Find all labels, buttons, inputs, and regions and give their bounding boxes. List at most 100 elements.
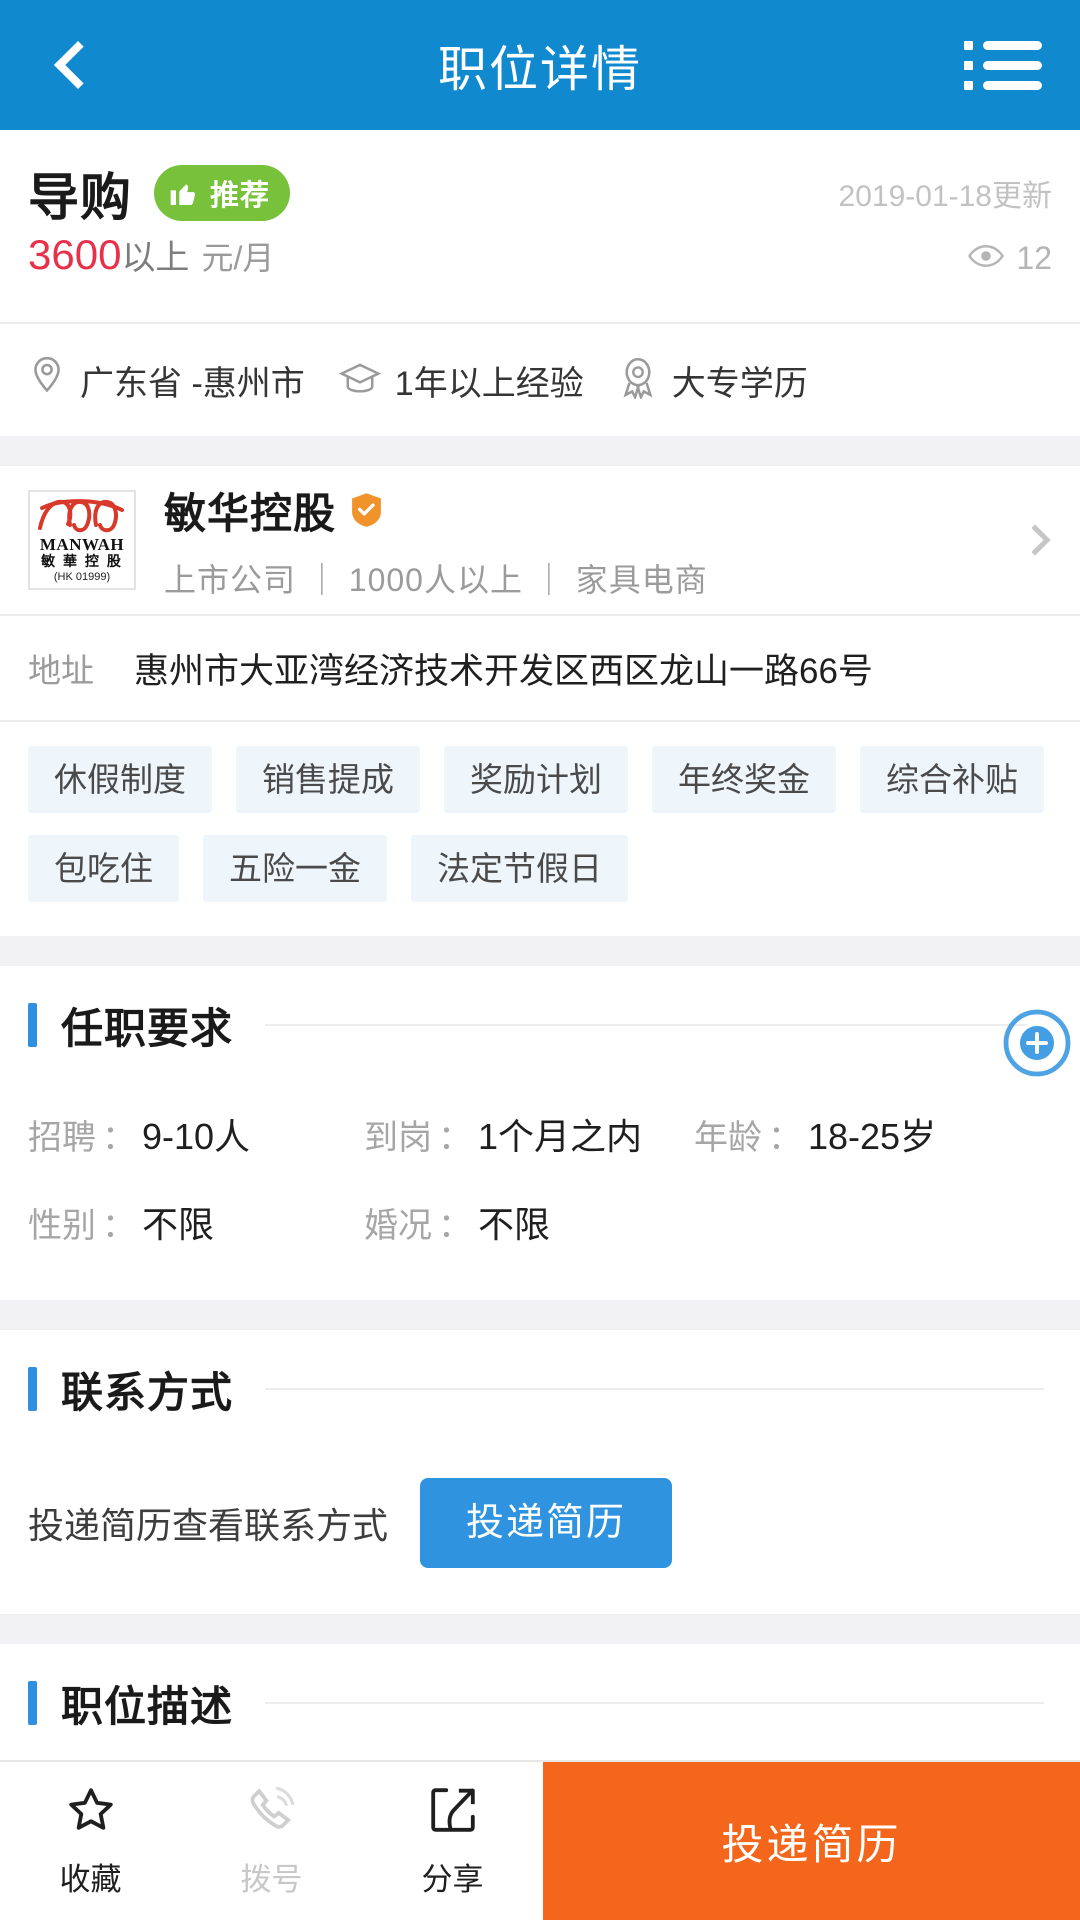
favorite-label: 收藏 bbox=[59, 1862, 122, 1897]
requirement-sep: ： bbox=[102, 1119, 136, 1157]
job-meta-label: 广东省 -惠州市 bbox=[80, 364, 305, 403]
requirement-key: 性别 bbox=[28, 1207, 96, 1245]
section-spacer bbox=[0, 1614, 1080, 1644]
company-link-row[interactable]: MANWAH 敏 華 控 股 (HK 01999) 敏华控股 上市公司 ｜ 10… bbox=[0, 466, 1080, 614]
requirement-value: 1个月之内 bbox=[478, 1116, 643, 1157]
address-label: 地址 bbox=[28, 652, 94, 689]
requirement-sep: ： bbox=[102, 1207, 136, 1245]
manwah-logo-mark bbox=[38, 499, 124, 533]
requirements-row: 性别 ： 不限 婚况 ： 不限 bbox=[28, 1178, 1052, 1266]
favorite-button[interactable]: 收藏 bbox=[0, 1762, 181, 1920]
section-rule bbox=[265, 1388, 1044, 1390]
company-logo-brand-cn: 敏 華 控 股 bbox=[41, 553, 123, 569]
salary-unit: 元/月 bbox=[201, 240, 275, 276]
apply-resume-cta[interactable]: 投递简历 bbox=[543, 1762, 1080, 1920]
section-title: 任职要求 bbox=[61, 1004, 234, 1052]
requirement-value: 18-25岁 bbox=[808, 1116, 937, 1157]
requirement-sep: ： bbox=[438, 1207, 472, 1245]
requirement-key: 招聘 bbox=[28, 1119, 96, 1157]
section-rule bbox=[265, 1024, 1044, 1026]
requirement-value: 不限 bbox=[142, 1204, 215, 1245]
app-header: 职位详情 bbox=[0, 0, 1080, 130]
company-logo: MANWAH 敏 華 控 股 (HK 01999) bbox=[28, 490, 136, 590]
graduation-cap-icon bbox=[338, 361, 382, 400]
benefit-tag: 奖励计划 bbox=[444, 746, 628, 813]
description-section: 职位描述 bbox=[0, 1644, 1080, 1762]
menu-dot bbox=[964, 40, 973, 50]
benefit-tag: 综合补贴 bbox=[860, 746, 1044, 813]
section-spacer bbox=[0, 1300, 1080, 1330]
menu-dot bbox=[964, 80, 973, 90]
requirement-gender: 性别 ： 不限 bbox=[28, 1196, 364, 1248]
requirement-key: 到岗 bbox=[364, 1119, 432, 1157]
job-title-row: 导购 推荐 2019-01-18更新 bbox=[28, 156, 1052, 230]
job-summary-card: 导购 推荐 2019-01-18更新 3600 以上 元/月 12 广东省 -惠… bbox=[0, 130, 1080, 436]
chevron-left-icon bbox=[53, 40, 102, 90]
company-logo-brand-en: MANWAH bbox=[39, 535, 125, 554]
section-accent-bar bbox=[28, 1003, 37, 1047]
recommend-badge: 推荐 bbox=[154, 165, 291, 221]
requirement-sep: ： bbox=[768, 1119, 802, 1157]
job-detail-screen: 职位详情 导购 推荐 2019-01-18更新 3600 以上 元/月 12 广… bbox=[0, 0, 1080, 1920]
benefit-tag: 休假制度 bbox=[28, 746, 212, 813]
section-title: 职位描述 bbox=[61, 1682, 234, 1730]
address-value: 惠州市大亚湾经济技术开发区西区龙山一路66号 bbox=[134, 651, 873, 691]
section-title: 联系方式 bbox=[61, 1368, 234, 1416]
requirement-marital-status: 婚况 ： 不限 bbox=[364, 1196, 694, 1248]
list-menu-icon[interactable] bbox=[948, 0, 1058, 130]
location-pin-icon bbox=[28, 356, 66, 405]
menu-dot bbox=[964, 60, 973, 70]
job-meta-label: 大专学历 bbox=[671, 364, 808, 403]
updated-date: 2019-01-18更新 bbox=[838, 180, 1052, 213]
bottom-action-bar: 收藏 拨号 分享 投递简历 bbox=[0, 1760, 1080, 1920]
share-button[interactable]: 分享 bbox=[362, 1762, 543, 1920]
job-meta-row: 广东省 -惠州市 1年以上经验 大专学历 bbox=[0, 324, 1080, 436]
menu-bar bbox=[983, 80, 1042, 90]
view-count-group: 12 bbox=[968, 240, 1052, 277]
salary-suffix: 以上 bbox=[121, 239, 190, 277]
company-logo-listing-code: (HK 01999) bbox=[53, 570, 111, 583]
menu-bar bbox=[983, 60, 1042, 70]
requirement-key: 年龄 bbox=[694, 1119, 762, 1157]
requirements-grid: 招聘 ： 9-10人 到岗 ： 1个月之内 年龄 ： 18-25岁 性别 ： 不… bbox=[0, 1084, 1080, 1300]
requirement-value: 不限 bbox=[478, 1204, 551, 1245]
eye-icon bbox=[968, 240, 1005, 277]
requirements-section-header: 任职要求 bbox=[0, 966, 1080, 1084]
menu-bar bbox=[983, 40, 1042, 50]
company-info: 敏华控股 上市公司 ｜ 1000人以上 ｜ 家具电商 bbox=[164, 480, 708, 601]
requirement-headcount: 招聘 ： 9-10人 bbox=[28, 1108, 364, 1160]
company-card: MANWAH 敏 華 控 股 (HK 01999) 敏华控股 上市公司 ｜ 10… bbox=[0, 466, 1080, 936]
job-meta-location: 广东省 -惠州市 bbox=[28, 356, 305, 405]
section-rule bbox=[265, 1702, 1044, 1704]
contact-hint: 投递简历查看联系方式 bbox=[28, 1505, 389, 1546]
submit-resume-button[interactable]: 投递简历 bbox=[420, 1478, 673, 1568]
call-button[interactable]: 拨号 bbox=[181, 1762, 362, 1920]
company-name-row: 敏华控股 bbox=[164, 480, 708, 541]
page-title: 职位详情 bbox=[437, 42, 642, 97]
benefit-tag: 五险一金 bbox=[203, 835, 387, 902]
section-accent-bar bbox=[28, 1681, 37, 1725]
medal-icon bbox=[618, 357, 658, 404]
company-name: 敏华控股 bbox=[164, 489, 337, 537]
job-meta-experience: 1年以上经验 bbox=[338, 356, 584, 405]
description-section-header: 职位描述 bbox=[0, 1644, 1080, 1762]
company-address-row: 地址 惠州市大亚湾经济技术开发区西区龙山一路66号 bbox=[0, 616, 1080, 720]
section-spacer bbox=[0, 936, 1080, 966]
share-label: 分享 bbox=[421, 1862, 484, 1897]
job-title: 导购 bbox=[28, 169, 133, 226]
benefit-tag-list: 休假制度 销售提成 奖励计划 年终奖金 综合补贴 包吃住 五险一金 法定节假日 bbox=[0, 722, 1080, 936]
menu-row bbox=[964, 40, 1042, 50]
contact-cta-row: 投递简历查看联系方式 投递简历 bbox=[0, 1448, 1080, 1614]
benefit-tag: 年终奖金 bbox=[652, 746, 836, 813]
requirement-sep: ： bbox=[438, 1119, 472, 1157]
benefit-tag: 销售提成 bbox=[236, 746, 420, 813]
share-icon bbox=[426, 1783, 480, 1842]
job-head: 导购 推荐 2019-01-18更新 3600 以上 元/月 12 bbox=[0, 130, 1080, 322]
back-button[interactable] bbox=[20, 0, 125, 130]
salary-amount: 3600 bbox=[28, 231, 122, 278]
company-meta: 上市公司 ｜ 1000人以上 ｜ 家具电商 bbox=[164, 561, 708, 598]
contact-section: 联系方式 投递简历查看联系方式 投递简历 bbox=[0, 1330, 1080, 1614]
recommend-badge-label: 推荐 bbox=[210, 180, 271, 212]
verified-shield-icon bbox=[350, 492, 383, 528]
benefit-tag: 法定节假日 bbox=[411, 835, 628, 902]
